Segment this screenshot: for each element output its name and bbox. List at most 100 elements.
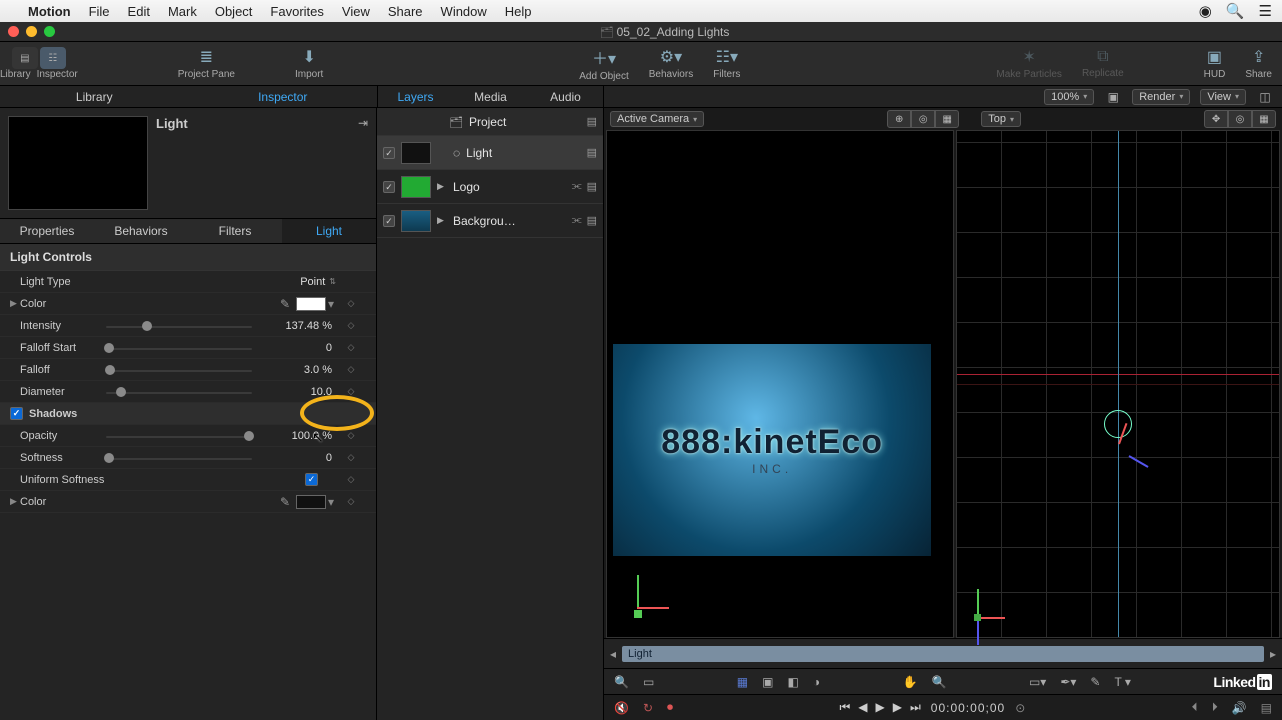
keyframe-icon[interactable]: ◇ — [348, 342, 355, 353]
shadow-color-swatch[interactable] — [296, 495, 326, 509]
menu-view[interactable]: View — [342, 4, 370, 19]
transform-local-icon[interactable]: ⊕ — [887, 110, 911, 128]
softness-value[interactable]: 0 — [252, 452, 336, 464]
layout-icon[interactable]: ▭ — [643, 675, 654, 689]
menu-edit[interactable]: Edit — [128, 4, 150, 19]
pan-icon[interactable]: ✥ — [1204, 110, 1228, 128]
eyedropper-icon[interactable]: ✎ — [280, 297, 290, 311]
render-dropdown[interactable]: Render — [1132, 89, 1190, 105]
group-disclose-icon[interactable]: ▶ — [437, 215, 447, 226]
go-to-start-icon[interactable]: ⏮ — [839, 700, 850, 715]
layer-visibility-checkbox[interactable] — [383, 215, 395, 227]
timecode-display[interactable]: 00:00:00;00 — [931, 701, 1005, 715]
transform-world-icon[interactable]: ◎ — [911, 110, 935, 128]
timeline-track-light[interactable]: Light — [622, 646, 1264, 662]
library-toggle-icon[interactable]: ▤ — [12, 47, 38, 69]
hand-tool-icon[interactable]: ✋ — [903, 675, 918, 689]
crop-icon[interactable]: ▣ — [762, 675, 773, 689]
cc-icon[interactable]: ◉ — [1199, 2, 1212, 20]
keyframe-icon[interactable]: ◇ — [348, 496, 355, 507]
tab-audio[interactable]: Audio — [528, 86, 603, 107]
keyframe-icon[interactable]: ◇ — [348, 298, 355, 309]
mask-icon[interactable]: ◑ — [813, 675, 820, 689]
layer-name[interactable]: Backgrou… — [453, 214, 566, 228]
import-button[interactable]: ⬇Import — [285, 47, 333, 80]
inspector-tab-behaviors[interactable]: Behaviors — [94, 219, 188, 243]
zoom-tool-icon[interactable]: 🔍 — [932, 675, 947, 689]
share-button[interactable]: ⇪Share — [1235, 47, 1282, 80]
layer-background-row[interactable]: ▶ Backgrou… ⫘ ▤ — [377, 204, 603, 238]
menu-mark[interactable]: Mark — [168, 4, 197, 19]
tab-media[interactable]: Media — [453, 86, 528, 107]
mute-icon[interactable]: 🔇 — [614, 701, 629, 715]
playhead-end-icon[interactable]: ▸ — [1270, 647, 1276, 661]
menu-help[interactable]: Help — [505, 4, 532, 19]
library-inspector-toggle[interactable]: ▤☷ LibraryInspector — [0, 47, 78, 80]
app-menu[interactable]: Motion — [28, 4, 71, 19]
layer-stack-icon[interactable]: ▤ — [587, 214, 597, 227]
minimize-window-icon[interactable] — [26, 26, 37, 37]
keyframe-icon[interactable]: ◇ — [348, 430, 355, 441]
menu-object[interactable]: Object — [215, 4, 253, 19]
behaviors-button[interactable]: ⚙▾Behaviors — [639, 47, 703, 80]
rect-tool-icon[interactable]: ▭▾ — [1029, 675, 1046, 689]
tab-library[interactable]: Library — [0, 86, 189, 107]
layer-link-icon[interactable]: ⫘ — [572, 214, 582, 227]
view-tools-group[interactable]: ✥ ◎ ▦ — [1204, 110, 1276, 128]
transform-mode-group[interactable]: ⊕ ◎ ▦ — [887, 110, 959, 128]
menu-share[interactable]: Share — [388, 4, 423, 19]
shadows-checkbox[interactable]: ✓ — [10, 407, 23, 420]
grid-icon[interactable]: ▦ — [737, 675, 748, 689]
layer-stack-icon[interactable]: ▤ — [587, 146, 597, 159]
mini-timeline[interactable]: ◂ Light ▸ — [604, 638, 1282, 668]
in-point-icon[interactable]: ⏴ — [1192, 700, 1198, 715]
filters-button[interactable]: ☷▾Filters — [703, 47, 750, 80]
shadow-color-popup-icon[interactable]: ▾ — [326, 495, 336, 509]
search-icon[interactable]: 🔍 — [614, 675, 629, 689]
viewport-top[interactable] — [956, 130, 1280, 638]
uniform-softness-checkbox[interactable]: ✓ — [305, 473, 318, 486]
viewport-layout-icon[interactable]: ◫ — [1256, 90, 1274, 104]
layer-name[interactable]: Logo — [453, 180, 566, 194]
playhead-start-icon[interactable]: ◂ — [610, 647, 616, 661]
camera-selector[interactable]: Active Camera — [610, 111, 704, 127]
menu-window[interactable]: Window — [441, 4, 487, 19]
group-disclose-icon[interactable]: ▶ — [437, 181, 447, 192]
out-point-icon[interactable]: ⏵ — [1212, 700, 1218, 715]
traffic-lights[interactable] — [8, 26, 55, 37]
keyframe-icon[interactable]: ◇ — [348, 474, 355, 485]
intensity-slider[interactable] — [106, 319, 252, 333]
layer-stack-icon[interactable]: ▤ — [587, 180, 597, 193]
zoom-window-icon[interactable] — [44, 26, 55, 37]
layer-visibility-checkbox[interactable] — [383, 147, 395, 159]
tab-layers[interactable]: Layers — [378, 86, 453, 107]
menu-favorites[interactable]: Favorites — [270, 4, 323, 19]
layer-visibility-checkbox[interactable] — [383, 181, 395, 193]
diameter-slider[interactable] — [106, 385, 252, 399]
light-type-popup[interactable]: Point — [300, 276, 336, 288]
spotlight-icon[interactable]: 🔍 — [1226, 2, 1245, 20]
layer-light-row[interactable]: Light ▤ — [377, 136, 603, 170]
falloff-start-value[interactable]: 0 — [252, 342, 336, 354]
layer-logo-row[interactable]: ▶ Logo ⫘ ▤ — [377, 170, 603, 204]
go-to-end-icon[interactable]: ⏭ — [910, 700, 921, 715]
menu-file[interactable]: File — [89, 4, 110, 19]
orbit-icon[interactable]: ◎ — [1228, 110, 1252, 128]
keyframe-icon[interactable]: ◇ — [348, 320, 355, 331]
add-object-button[interactable]: ＋▾Add Object — [569, 45, 638, 82]
layer-name[interactable]: Light — [466, 146, 580, 160]
step-forward-icon[interactable]: ▶ — [893, 700, 902, 715]
project-pane-button[interactable]: ≣Project Pane — [168, 47, 245, 80]
tab-inspector[interactable]: Inspector — [189, 86, 378, 107]
inspector-toggle-icon[interactable]: ☷ — [40, 47, 66, 69]
audio-meter-icon[interactable]: 🔊 — [1232, 701, 1247, 715]
opacity-slider[interactable] — [106, 429, 252, 443]
layer-stack-icon[interactable]: ▤ — [587, 115, 597, 128]
pen-tool-icon[interactable]: ✒▾ — [1060, 675, 1076, 689]
layer-link-icon[interactable]: ⫘ — [572, 180, 582, 193]
inspector-tab-light[interactable]: Light — [282, 219, 376, 243]
inspector-tab-filters[interactable]: Filters — [188, 219, 282, 243]
view-dropdown[interactable]: View — [1200, 89, 1246, 105]
close-window-icon[interactable] — [8, 26, 19, 37]
falloff-slider[interactable] — [106, 363, 252, 377]
